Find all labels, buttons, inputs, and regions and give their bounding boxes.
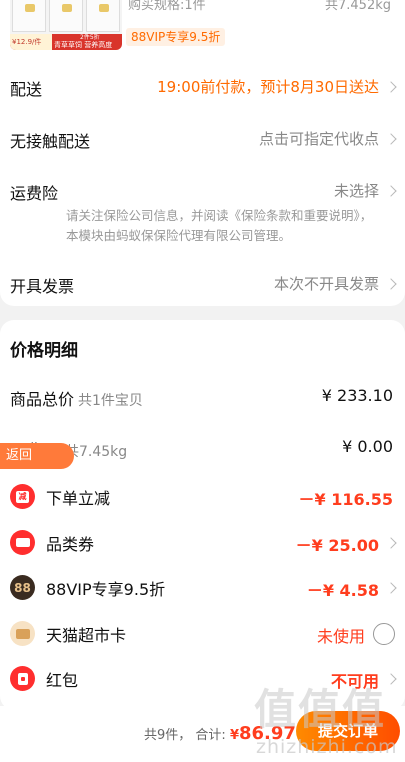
coupon-amount: －¥ 25.00 [295,536,379,555]
goods-total-row: 商品总价 共1件宝贝 ¥ 233.10 [0,386,405,410]
insurance-label: 运费险 [10,184,59,203]
discount-row: 减 下单立减 －¥ 116.55 [0,484,405,510]
contactless-row[interactable]: 无接触配送 点击可指定代收点 [0,128,405,152]
total-currency: ¥ [229,728,239,743]
insurance-row[interactable]: 运费险 未选择 [0,180,405,204]
delivery-value: 19:00前付款，预计8月30日送达 [157,78,379,96]
coupon-icon [10,530,35,555]
supermarket-card-label: 天猫超市卡 [46,626,127,645]
product-thumbnail[interactable]: ¥12.9/件 2件5折 青草草饲 营养高度 [10,0,122,50]
shipping-sub: 共7.45kg [65,444,128,460]
vip-amount: －¥ 4.58 [306,581,379,600]
thumbnail-tag: 青草草饲 营养高度 [54,41,113,49]
red-packet-label: 红包 [46,671,79,690]
order-info-card: ¥12.9/件 2件5折 青草草饲 营养高度 购买规格:1件 共7.452kg … [0,0,405,306]
price-detail-title: 价格明细 [10,341,78,361]
contactless-label: 无接触配送 [10,132,91,151]
red-packet-icon [10,666,35,691]
chevron-right-icon [385,81,397,93]
goods-total-amount: ¥ 233.10 [321,386,393,405]
goods-total-sub: 共1件宝贝 [78,393,143,409]
thumbnail-price: ¥12.9/件 [10,34,52,50]
back-button[interactable]: 返回 [0,443,74,469]
goods-total-label: 商品总价 [10,390,75,409]
supermarket-card-radio[interactable] [373,623,395,645]
price-detail-card [0,320,405,710]
chevron-right-icon [385,185,397,197]
coupon-label: 品类券 [46,535,95,554]
vip-label: 88VIP专享9.5折 [46,580,166,599]
shipping-amount: ¥ 0.00 [342,437,393,456]
item-count: 共9件， [144,728,192,743]
thumbnail-banner: ¥12.9/件 2件5折 青草草饲 营养高度 [10,34,122,50]
chevron-right-icon [385,133,397,145]
card-icon [10,621,35,646]
product-spec: 购买规格:1件 [128,0,206,13]
chevron-right-icon [385,278,397,290]
invoice-value: 本次不开具发票 [273,275,379,293]
product-box-image [49,0,83,32]
supermarket-card-row[interactable]: 天猫超市卡 未使用 [0,621,405,647]
total-label: 合计: [195,728,226,743]
vip-discount-tag: 88VIP专享9.5折 [126,28,226,46]
product-box-image [12,0,46,32]
insurance-value: 未选择 [333,182,379,200]
vip-row[interactable]: 88 88VIP专享9.5折 －¥ 4.58 [0,575,405,601]
vip-88-icon: 88 [10,575,35,600]
chevron-right-icon [385,537,397,549]
chevron-right-icon [385,582,397,594]
coupon-row[interactable]: 品类券 －¥ 25.00 [0,530,405,556]
invoice-label: 开具发票 [10,277,75,296]
discount-label: 下单立减 [46,489,111,508]
supermarket-card-status: 未使用 [316,627,365,646]
delivery-row[interactable]: 配送 19:00前付款，预计8月30日送达 [0,76,405,100]
invoice-row[interactable]: 开具发票 本次不开具发票 [0,273,405,297]
discount-icon: 减 [10,484,35,509]
product-weight: 共7.452kg [325,0,391,13]
watermark-logo: 值值值 [254,685,387,734]
watermark-text: zhizhizhi.com [256,736,398,758]
chevron-right-icon [385,673,397,685]
product-box-image [86,0,120,32]
contactless-value: 点击可指定代收点 [258,130,379,148]
insurance-note: 请关注保险公司信息，并阅读《保险条款和重要说明》，本模块由蚂蚁保保险代理有限公司… [66,208,373,243]
discount-amount: －¥ 116.55 [298,490,393,509]
delivery-label: 配送 [10,80,43,99]
